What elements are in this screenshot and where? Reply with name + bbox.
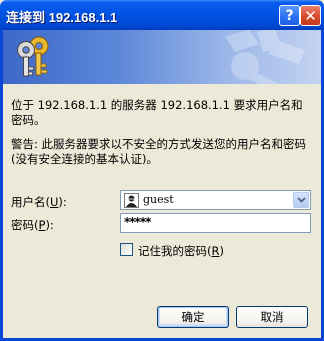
cancel-button-label: 取消 [260, 310, 284, 324]
login-dialog: 连接到 192.168.1.1 ? ✕ 位于 192.168.1.1 的服务器 … [0, 0, 324, 341]
security-warning: 警告: 此服务器要求以不安全的方式发送您的用户名和密码(没有安全连接的基本认证)… [11, 137, 307, 166]
username-label-suffix: ): [58, 195, 67, 209]
chevron-down-icon [296, 197, 306, 203]
password-label: 密码(P): [11, 217, 54, 233]
close-icon: ✕ [304, 6, 317, 25]
ok-button-label: 确定 [181, 310, 205, 324]
username-dropdown-button[interactable] [293, 192, 309, 208]
keys-icon [17, 36, 49, 77]
ok-button[interactable]: 确定 [157, 306, 229, 328]
password-label-suffix: ): [45, 218, 54, 232]
header-banner [3, 30, 321, 84]
remember-accesskey: R [211, 244, 220, 258]
keys-watermark-icon [225, 30, 305, 84]
password-value: ***** [124, 215, 151, 229]
title-bar[interactable]: 连接到 192.168.1.1 ? ✕ [0, 0, 324, 30]
help-icon: ? [285, 7, 294, 24]
password-label-text: 密码( [11, 218, 39, 232]
cancel-button[interactable]: 取消 [236, 306, 308, 328]
username-label: 用户名(U): [11, 194, 67, 210]
help-button[interactable]: ? [279, 5, 300, 26]
remember-label-text: 记住我的密码( [138, 244, 212, 258]
server-message: 位于 192.168.1.1 的服务器 192.168.1.1 要求用户名和密码… [11, 98, 303, 127]
username-value: guest [143, 193, 174, 206]
window-title: 连接到 192.168.1.1 [6, 10, 118, 25]
user-icon [124, 193, 139, 208]
remember-password-checkbox[interactable] [120, 243, 133, 256]
remember-label-suffix: ) [219, 244, 225, 258]
password-field[interactable]: ***** [120, 213, 311, 233]
username-combobox[interactable]: guest [120, 190, 311, 210]
username-label-text: 用户名( [11, 195, 50, 209]
remember-password-label[interactable]: 记住我的密码(R) [138, 243, 224, 259]
close-button[interactable]: ✕ [300, 5, 321, 26]
dialog-body: 位于 192.168.1.1 的服务器 192.168.1.1 要求用户名和密码… [3, 30, 321, 338]
